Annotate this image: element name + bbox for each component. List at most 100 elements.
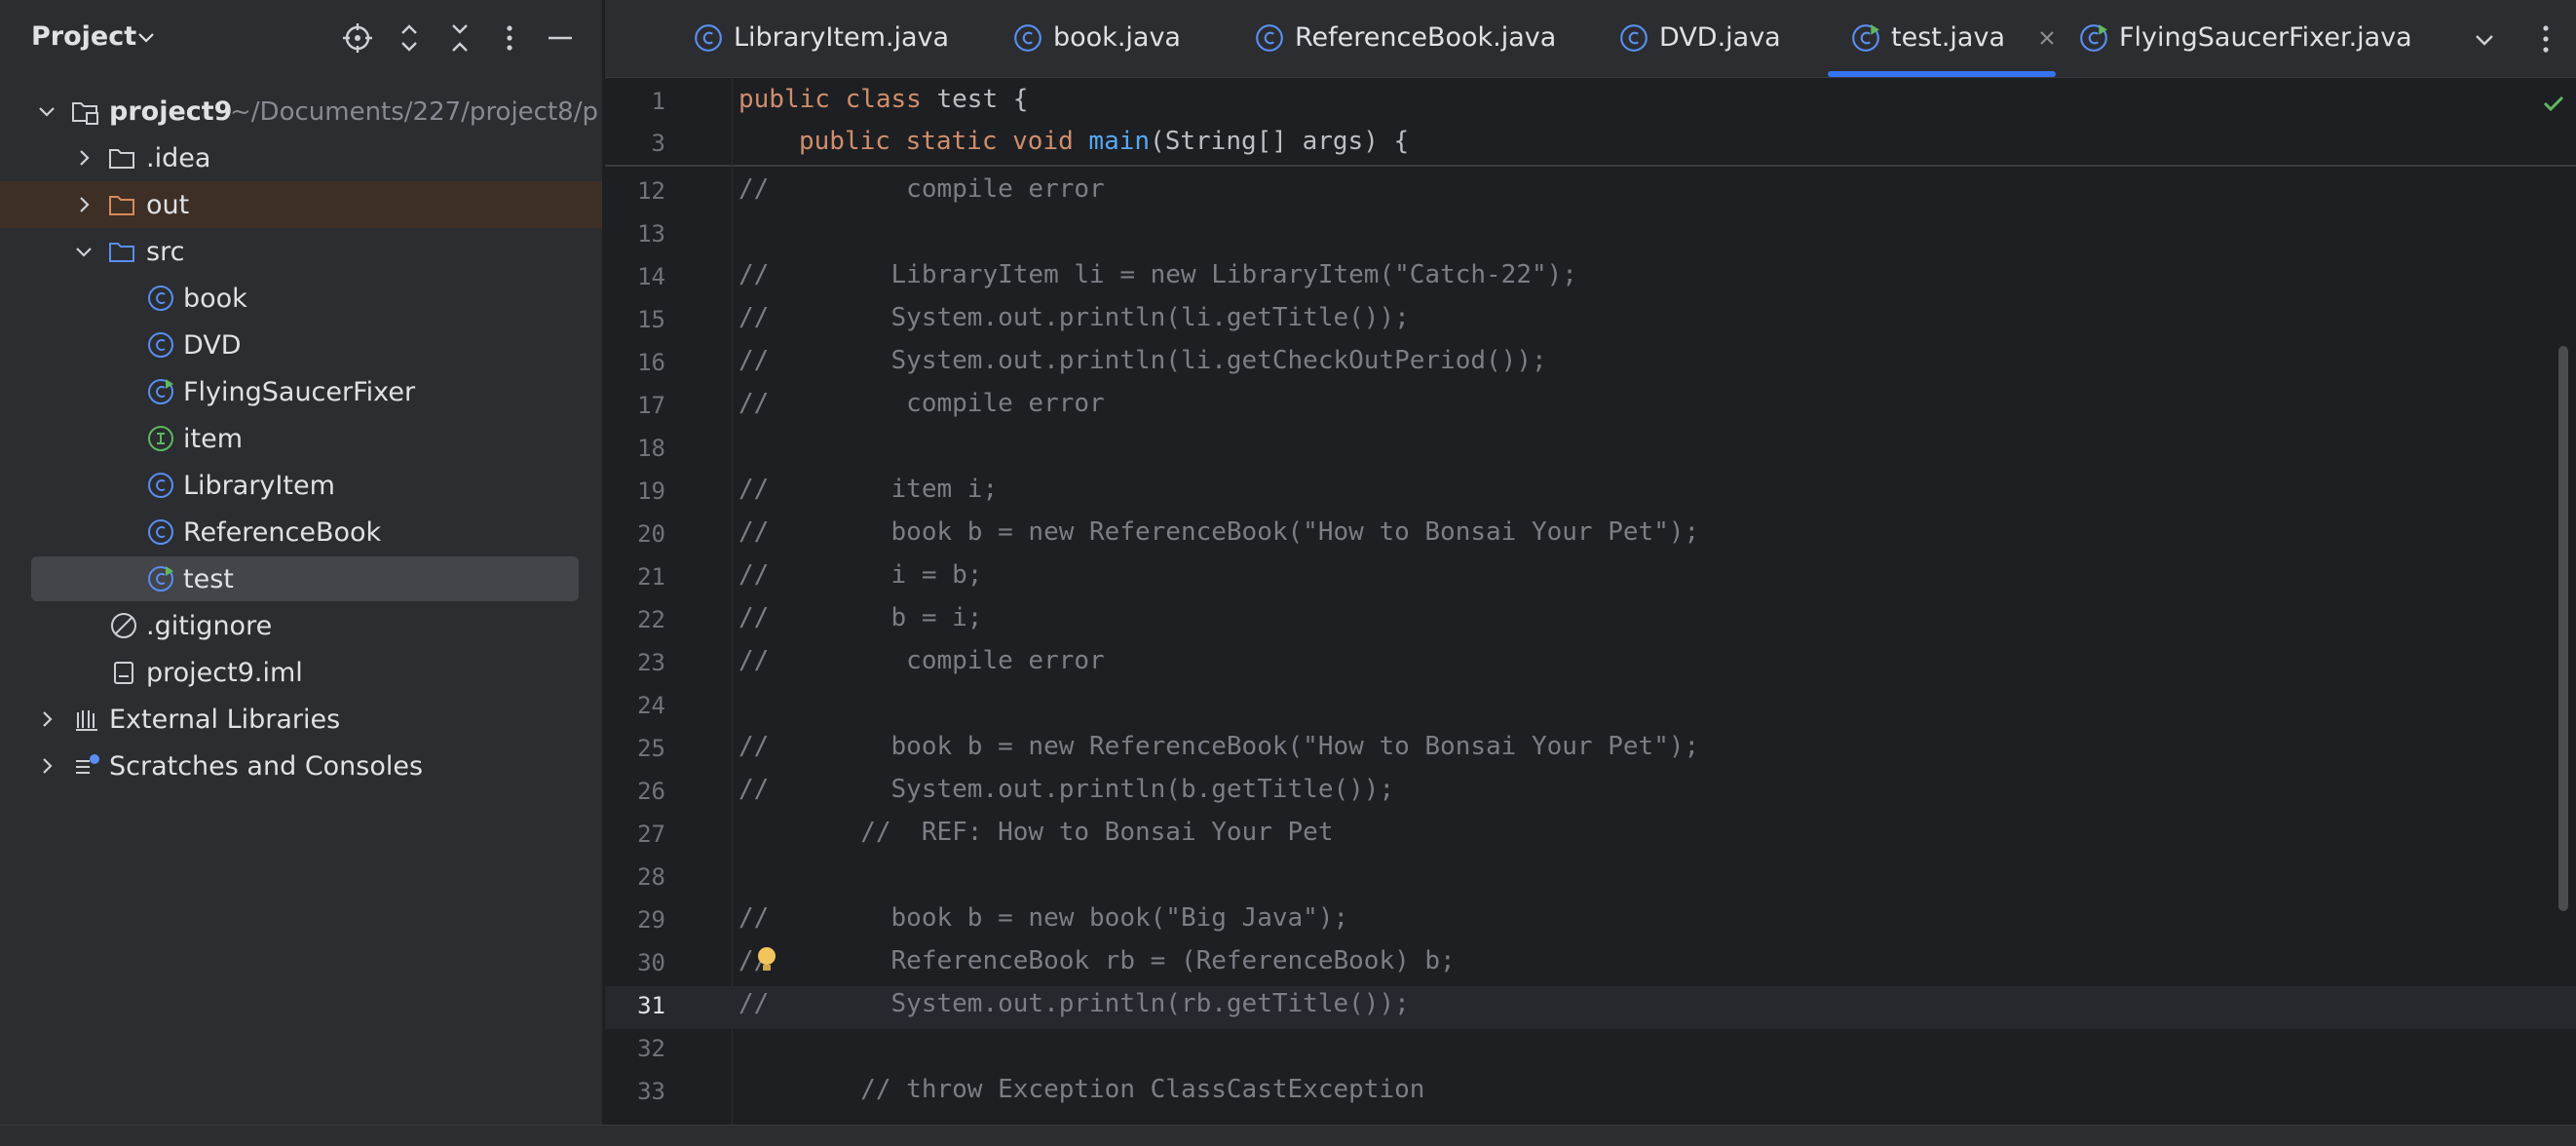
chevron-right-icon[interactable] xyxy=(35,754,58,778)
chevron-down-icon[interactable] xyxy=(72,240,95,263)
tree-item-out[interactable]: out xyxy=(0,181,602,228)
code-line[interactable]: // throw Exception ClassCastException xyxy=(739,1075,1424,1104)
no-problems-check-icon[interactable] xyxy=(2539,89,2568,118)
code-line[interactable]: // System.out.println(b.getTitle()); xyxy=(739,775,1394,804)
code-line[interactable]: // LibraryItem li = new LibraryItem("Cat… xyxy=(739,260,1577,289)
code-line[interactable]: // compile error xyxy=(739,646,1105,675)
class-icon xyxy=(695,24,722,52)
code-line[interactable]: // book b = new book("Big Java"); xyxy=(739,903,1348,933)
source-folder-icon xyxy=(109,243,134,262)
chevron-down-icon[interactable] xyxy=(2471,26,2498,54)
tree-item-gitignore[interactable]: .gitignore xyxy=(0,602,602,649)
code-line[interactable]: public class test { xyxy=(739,85,1028,114)
interface-icon xyxy=(148,426,173,451)
iml-file-icon xyxy=(114,662,133,684)
line-number: 14 xyxy=(637,263,665,290)
libraries-icon xyxy=(76,710,97,731)
locate-file-icon[interactable] xyxy=(339,19,376,57)
tab-test-java[interactable]: test.java xyxy=(1850,0,2076,78)
tree-item-src[interactable]: src xyxy=(0,228,602,275)
intention-bulb-icon[interactable] xyxy=(753,944,780,975)
tree-item-dvd[interactable]: DVD xyxy=(0,322,602,368)
hide-panel-icon[interactable] xyxy=(542,19,579,57)
code-line[interactable]: // i = b; xyxy=(739,560,982,590)
options-kebab-icon[interactable] xyxy=(2534,21,2557,57)
code-line[interactable]: // REF: How to Bonsai Your Pet xyxy=(739,818,1333,847)
tree-item-test[interactable]: test xyxy=(0,555,602,602)
keyword: public class xyxy=(739,85,922,114)
code-line[interactable]: // item i; xyxy=(739,475,998,504)
chevron-right-icon[interactable] xyxy=(72,193,95,216)
tree-item-project9-iml[interactable]: project9.iml xyxy=(0,649,602,696)
class-icon xyxy=(1014,24,1042,52)
tab-label: FlyingSaucerFixer.java xyxy=(2119,22,2412,53)
code-line[interactable]: // System.out.println(rb.getTitle()); xyxy=(739,989,1410,1018)
code-line[interactable]: // System.out.println(li.getTitle()); xyxy=(739,303,1410,332)
line-number: 21 xyxy=(637,563,665,591)
line-number: 12 xyxy=(637,177,665,205)
tree-item-referencebook[interactable]: ReferenceBook xyxy=(0,509,602,555)
code-line[interactable]: // System.out.println(li.getCheckOutPeri… xyxy=(739,346,1547,375)
tree-item-label: test xyxy=(183,564,234,594)
tab-label: ReferenceBook.java xyxy=(1295,22,1557,53)
code-editor[interactable]: 12 // compile error 13 14 // LibraryItem li … xyxy=(605,169,2576,1125)
tree-item-libraryitem[interactable]: LibraryItem xyxy=(0,462,602,509)
tab-label: LibraryItem.java xyxy=(734,22,950,53)
tree-item-label: src xyxy=(146,237,185,267)
code-text: test { xyxy=(921,85,1029,114)
tree-item-label: ReferenceBook xyxy=(183,517,382,548)
chevron-right-icon[interactable] xyxy=(35,707,58,731)
line-number: 33 xyxy=(637,1078,665,1105)
line-number: 23 xyxy=(637,649,665,676)
code-line[interactable]: // compile error xyxy=(739,389,1105,418)
class-icon xyxy=(1256,24,1283,52)
project-view-selector[interactable]: Project xyxy=(31,21,136,52)
project-panel-header: Project xyxy=(0,0,602,78)
method-name: main xyxy=(1088,127,1151,156)
folder-excluded-icon xyxy=(109,196,134,215)
runnable-class-icon xyxy=(148,566,173,592)
chevron-down-icon[interactable] xyxy=(35,99,58,123)
selection-highlight xyxy=(31,556,579,601)
tree-item-project9[interactable]: project9 ~/Documents/227/project8/p xyxy=(0,88,602,134)
code-line[interactable]: // book b = new ReferenceBook("How to Bo… xyxy=(739,517,1699,547)
folder-icon xyxy=(109,149,134,169)
close-icon[interactable] xyxy=(2035,26,2059,50)
code-line[interactable]: // ReferenceBook rb = (ReferenceBook) b; xyxy=(739,946,1456,975)
active-tab-indicator xyxy=(1828,71,2056,77)
tree-item-label: project9.iml xyxy=(146,658,303,688)
vertical-scrollbar[interactable] xyxy=(2558,346,2568,911)
code-line[interactable]: // book b = new ReferenceBook("How to Bo… xyxy=(739,732,1699,761)
runnable-class-icon xyxy=(2080,24,2107,52)
tree-item-external-libraries[interactable]: External Libraries xyxy=(0,696,602,743)
status-bar xyxy=(0,1125,2576,1146)
tree-item-idea[interactable]: .idea xyxy=(0,134,602,181)
options-kebab-icon[interactable] xyxy=(491,19,528,57)
class-icon xyxy=(148,286,173,311)
tree-item-item[interactable]: item xyxy=(0,415,602,462)
tree-item-label: DVD xyxy=(183,330,242,361)
line-number: 18 xyxy=(637,435,665,462)
line-number: 25 xyxy=(637,735,665,762)
tree-item-scratches[interactable]: Scratches and Consoles xyxy=(0,743,602,789)
project-tool-window: Project project9 ~/Documents/227/project… xyxy=(0,0,602,1125)
code-line[interactable]: // compile error xyxy=(739,174,1105,204)
line-number: 30 xyxy=(637,949,665,976)
tree-item-book[interactable]: book xyxy=(0,275,602,322)
class-icon xyxy=(1620,24,1648,52)
chevron-right-icon[interactable] xyxy=(72,146,95,170)
keyword: public static void xyxy=(799,127,1074,156)
expand-all-icon[interactable] xyxy=(391,19,428,57)
editor-tab-bar: LibraryItem.java book.java ReferenceBook… xyxy=(605,0,2576,78)
runnable-class-icon xyxy=(1852,24,1879,52)
line-number: 26 xyxy=(637,778,665,805)
tab-label: test.java xyxy=(1891,22,2006,53)
collapse-all-icon[interactable] xyxy=(441,19,478,57)
tab-label: book.java xyxy=(1053,22,1181,53)
runnable-class-icon xyxy=(148,379,173,404)
tree-item-label: .gitignore xyxy=(146,611,273,641)
chevron-down-icon[interactable] xyxy=(134,25,158,49)
tree-item-flyingsaucerfixer[interactable]: FlyingSaucerFixer xyxy=(0,368,602,415)
code-line[interactable]: // b = i; xyxy=(739,603,982,632)
code-line[interactable]: public static void main(String[] args) { xyxy=(799,127,1409,156)
